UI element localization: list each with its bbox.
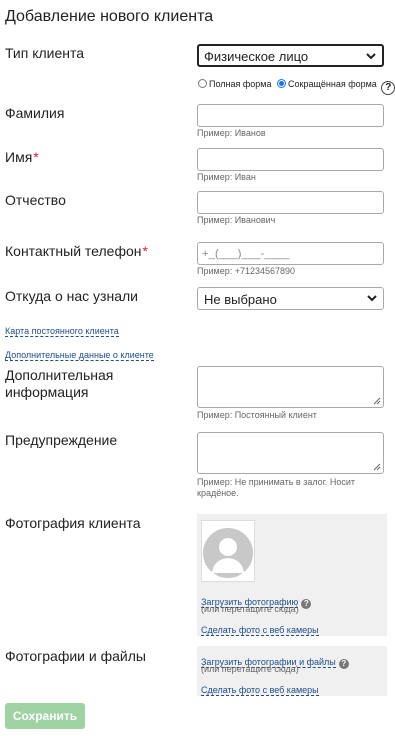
first-name-hint: Пример: Иван — [197, 172, 256, 182]
source-label: Откуда о нас узнали — [5, 288, 138, 304]
files-dropzone[interactable]: Загрузить фотографии и файлы? (или перет… — [197, 646, 387, 696]
warning-hint: Пример: Не принимать в залог. Носит крад… — [197, 477, 356, 498]
resize-grip-icon[interactable] — [373, 397, 381, 405]
required-mark: * — [33, 149, 39, 165]
phone-input[interactable]: +_(___)___-____ — [197, 242, 384, 265]
help-icon[interactable]: ? — [301, 599, 312, 609]
photo-label: Фотография клиента — [5, 515, 141, 531]
extra-data-link[interactable]: Дополнительные данные о клиенте — [5, 350, 154, 361]
client-type-select[interactable]: Физическое лицо — [197, 44, 384, 67]
patronymic-label: Отчество — [5, 192, 66, 208]
avatar-placeholder — [201, 520, 255, 582]
radio-full-form[interactable]: Полная форма — [198, 79, 272, 89]
avatar-icon — [203, 528, 253, 578]
source-select[interactable]: Не выбрано — [197, 287, 384, 310]
help-icon[interactable]: ? — [381, 81, 395, 95]
photo-drag-note: (или перетащите сюда) — [201, 604, 299, 614]
source-value: Не выбрано — [204, 292, 277, 307]
files-drag-note: (или перетащите сюда) — [201, 664, 299, 674]
files-label: Фотографии и файлы — [5, 648, 146, 664]
client-type-label: Тип клиента — [5, 45, 85, 61]
chevron-down-icon — [366, 53, 376, 60]
first-name-input[interactable] — [197, 148, 384, 171]
resize-grip-icon[interactable] — [373, 463, 381, 471]
last-name-label: Фамилия — [5, 105, 65, 121]
additional-info-hint: Пример: Постоянный клиент — [197, 410, 317, 420]
phone-label: Контактный телефон* — [5, 243, 148, 259]
form-type-radios: Полная форма Сокращённая форма ? — [198, 79, 395, 95]
radio-circle-selected[interactable] — [277, 79, 287, 88]
first-name-label: Имя* — [5, 149, 39, 165]
page-title: Добавление нового клиента — [5, 8, 214, 25]
last-name-input[interactable] — [197, 104, 384, 127]
files-webcam-row: Сделать фото с веб камеры — [201, 680, 319, 698]
photo-dropzone[interactable]: Загрузить фотографию? (или перетащите сю… — [197, 514, 387, 636]
client-type-value: Физическое лицо — [204, 49, 309, 64]
required-mark: * — [142, 243, 148, 259]
phone-hint: Пример: +71234567890 — [197, 266, 296, 276]
additional-info-textarea[interactable] — [197, 366, 384, 408]
warning-label: Предупреждение — [5, 432, 118, 448]
additional-info-label: Дополнительная информация — [5, 367, 114, 400]
radio-circle[interactable] — [198, 79, 207, 88]
radio-short-form[interactable]: Сокращённая форма — [277, 79, 377, 89]
chevron-down-icon — [367, 295, 377, 302]
help-icon[interactable]: ? — [338, 659, 349, 669]
webcam-files-link[interactable]: Сделать фото с веб камеры — [201, 685, 319, 696]
loyalty-card-link[interactable]: Карта постоянного клиента — [5, 326, 119, 337]
patronymic-hint: Пример: Иванович — [197, 215, 276, 225]
extra-data-wrap: Дополнительные данные о клиенте — [5, 345, 154, 363]
patronymic-input[interactable] — [197, 191, 384, 214]
save-button[interactable]: Сохранить — [5, 703, 85, 729]
photo-webcam-row: Сделать фото с веб камеры — [201, 620, 319, 638]
phone-placeholder: +_(___)___-____ — [202, 248, 290, 260]
loyalty-card-wrap: Карта постоянного клиента — [5, 321, 119, 339]
last-name-hint: Пример: Иванов — [197, 128, 266, 138]
webcam-photo-link[interactable]: Сделать фото с веб камеры — [201, 625, 319, 636]
warning-textarea[interactable] — [197, 432, 384, 474]
